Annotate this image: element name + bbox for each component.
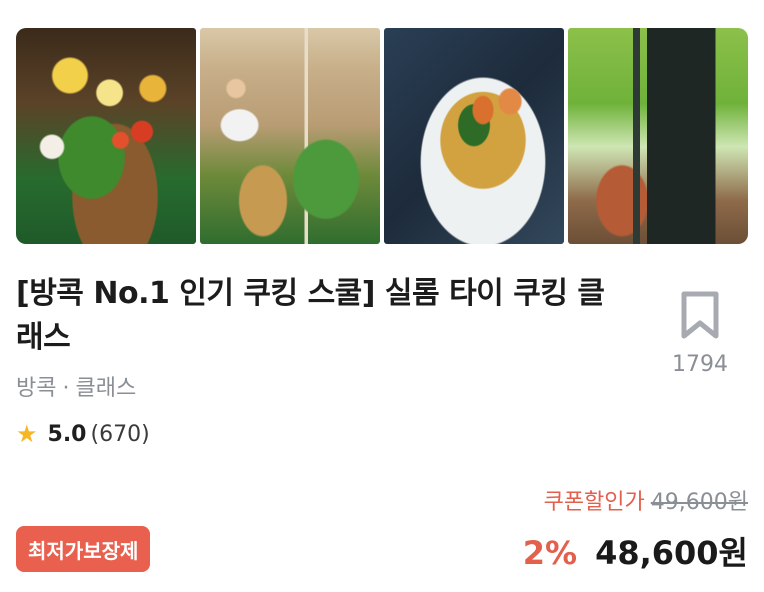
rating-score: 5.0: [47, 421, 87, 447]
bookmark-icon: [680, 290, 720, 340]
gallery-photo-chef-kitchen[interactable]: [200, 28, 380, 244]
star-icon: ★: [16, 420, 38, 448]
product-meta: 방콕 · 클래스: [16, 370, 136, 402]
meta-separator: ·: [62, 376, 70, 401]
price-block: 쿠폰할인가 49,600원 2% 48,600원: [523, 484, 748, 574]
product-category: 클래스: [75, 376, 137, 401]
rating: ★ 5.0 (670): [16, 420, 150, 448]
coupon-price-line: 쿠폰할인가 49,600원: [523, 484, 748, 516]
final-price-line: 2% 48,600원: [523, 528, 748, 574]
bookmark-count: 1794: [672, 352, 728, 377]
rating-count: (670): [90, 421, 150, 447]
photo-gallery[interactable]: [16, 28, 748, 244]
original-price: 49,600원: [650, 490, 748, 515]
coupon-label: 쿠폰할인가: [543, 490, 645, 515]
bookmark-button[interactable]: 1794: [660, 290, 740, 377]
gallery-photo-tom-yum-soup[interactable]: [384, 28, 564, 244]
final-price: 48,600원: [595, 534, 748, 572]
product-location: 방콕: [16, 376, 57, 401]
lowest-price-guarantee-badge: 최저가보장제: [16, 526, 151, 572]
product-title[interactable]: [방콕 No.1 인기 쿠킹 스쿨] 실롬 타이 쿠킹 클래스: [16, 272, 626, 360]
gallery-photo-restaurant-interior[interactable]: [568, 28, 748, 244]
gallery-photo-market-vegetables[interactable]: [16, 28, 196, 244]
discount-rate: 2%: [522, 534, 578, 572]
